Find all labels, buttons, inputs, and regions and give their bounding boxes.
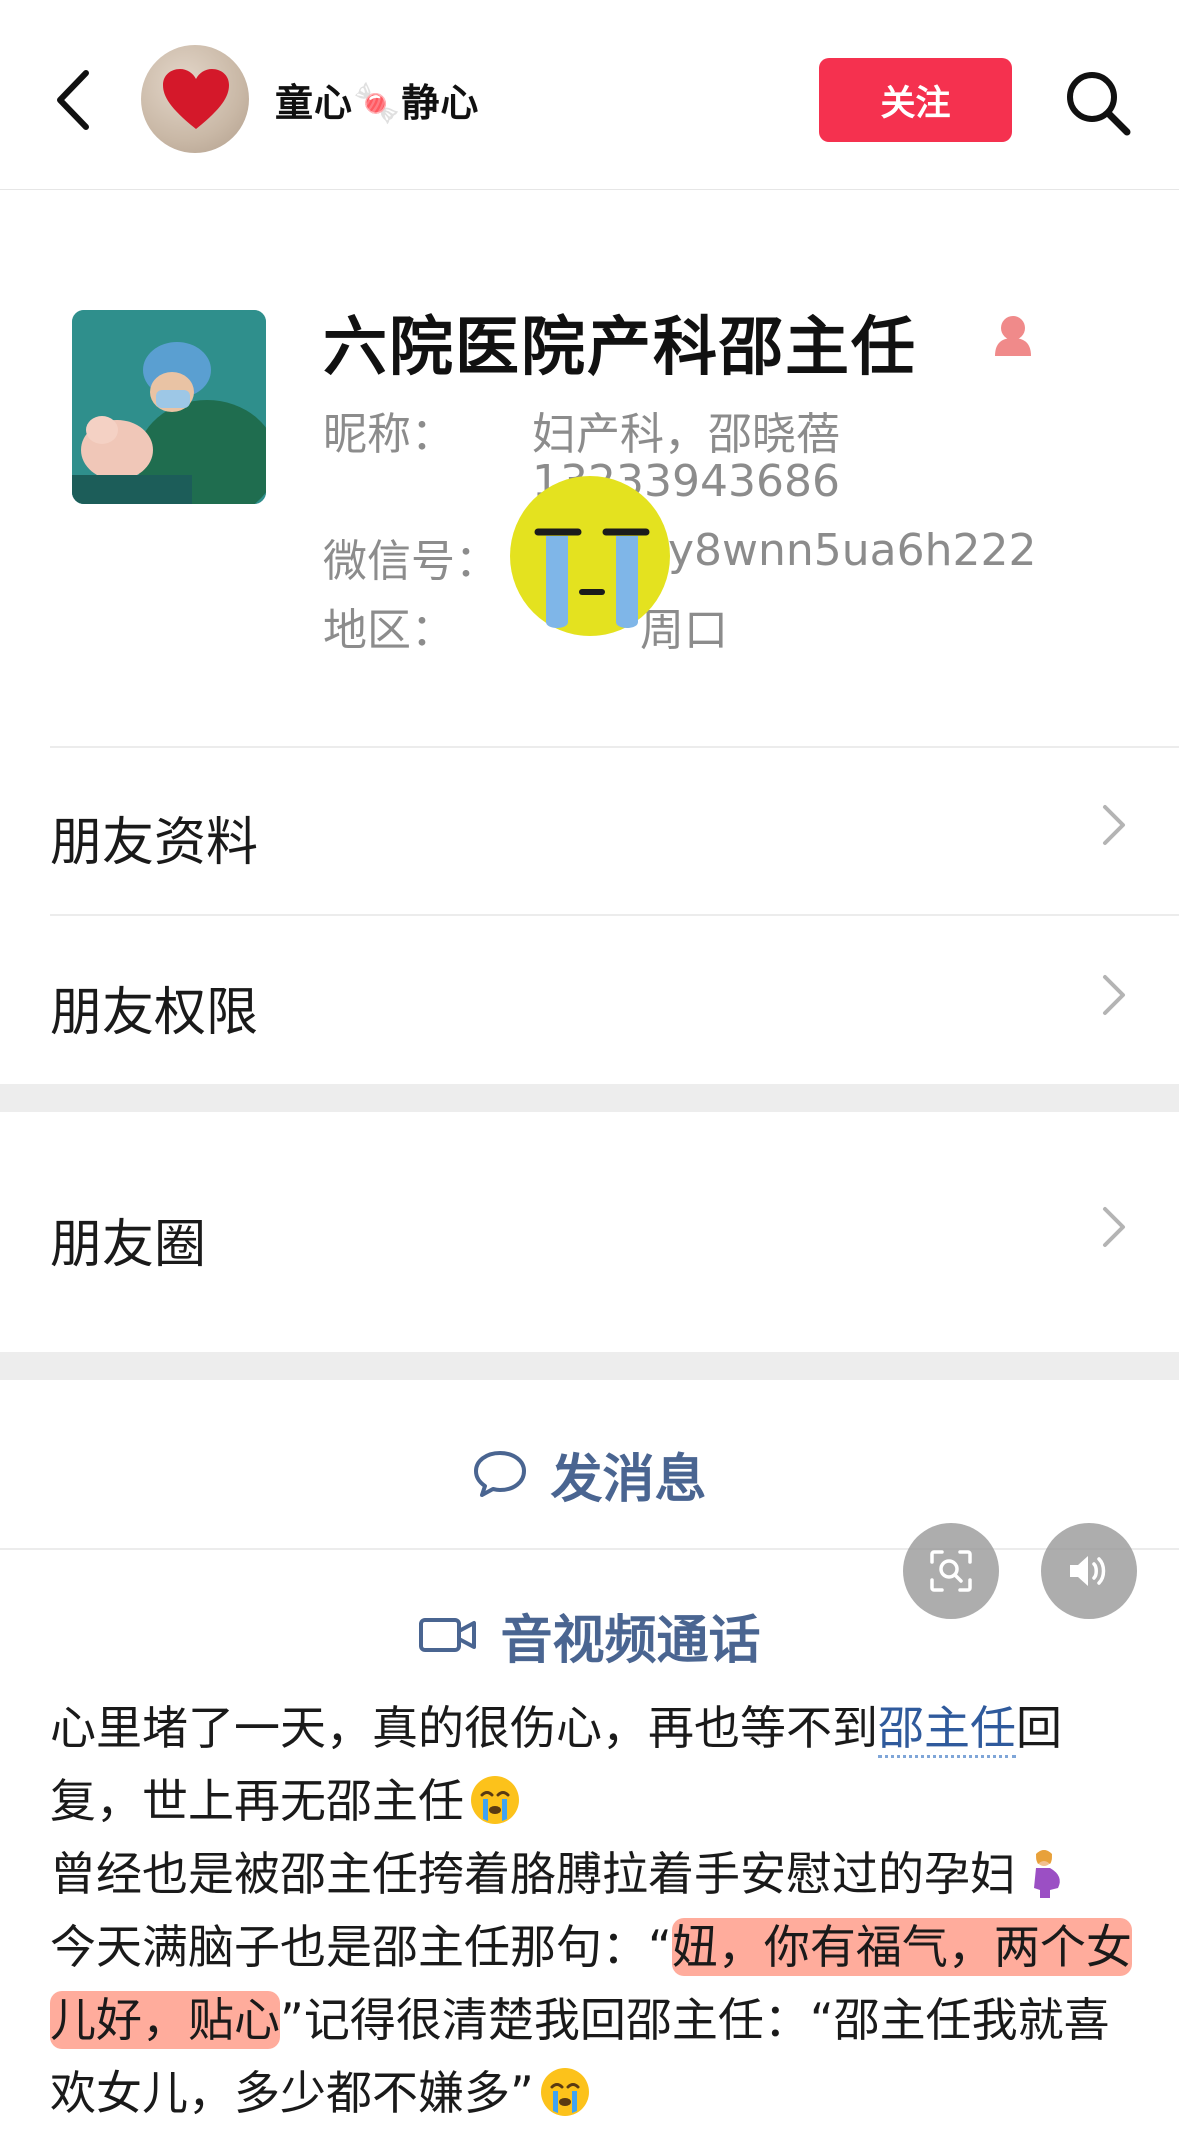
scan-search-button[interactable]	[903, 1523, 999, 1619]
nickname-label: 昵称：	[323, 409, 455, 460]
friend-permissions-label: 朋友权限	[50, 983, 259, 1043]
send-message-label: 发消息	[550, 1449, 707, 1510]
author-name[interactable]: 童心🍬静心	[275, 72, 479, 127]
sound-toggle-button[interactable]	[1041, 1523, 1137, 1619]
caption-text: 曾经也是被邵主任挎着胳膊拉着手安慰过的孕妇	[50, 1847, 1016, 1901]
region-label: 地区：	[323, 605, 455, 656]
divider	[50, 914, 1179, 916]
caption-text: 心里堵了一天，真的很伤心，再也等不到	[50, 1701, 878, 1755]
pregnant-woman-icon	[1034, 1850, 1060, 1898]
caption-paragraph: 曾经也是被邵主任挎着胳膊拉着手安慰过的孕妇	[50, 1838, 1140, 1911]
search-button[interactable]	[1063, 68, 1133, 138]
mention-link[interactable]: 邵主任	[878, 1701, 1016, 1758]
contact-name: 六院医院产科邵主任	[323, 311, 917, 385]
divider	[0, 1548, 1179, 1550]
author-avatar[interactable]	[141, 45, 249, 153]
wechat-id-value: y8wnn5ua6h222	[668, 525, 1037, 576]
caption-paragraph: 今天满脑子也是邵主任那句：“妞，你有福气，两个女儿好，贴心”记得很清楚我回邵主任…	[50, 1911, 1140, 2130]
av-call-label: 音视频通话	[500, 1610, 761, 1671]
caption-paragraph: 心里堵了一天，真的很伤心，再也等不到邵主任回复，世上再无邵主任	[50, 1692, 1140, 1838]
video-camera-icon	[419, 1618, 477, 1652]
doctor-photo	[72, 310, 266, 504]
chevron-right-icon	[1101, 970, 1127, 1030]
chevron-right-icon	[1101, 1202, 1127, 1262]
speaker-icon	[1070, 1556, 1106, 1586]
nickname-value: 妇产科，邵晓蓓	[532, 409, 840, 460]
chat-bubble-icon	[474, 1451, 527, 1497]
search-icon	[1067, 72, 1131, 136]
back-button[interactable]	[50, 65, 100, 135]
section-gap	[0, 1352, 1179, 1380]
divider	[50, 746, 1179, 748]
caption-text: 今天满脑子也是邵主任那句：“	[50, 1920, 672, 1974]
wechat-id-label: 微信号：	[323, 536, 499, 587]
section-gap	[0, 1084, 1179, 1112]
top-nav-bar: 童心🍬静心 关注	[0, 0, 1179, 190]
follow-button[interactable]: 关注	[819, 58, 1012, 142]
female-icon	[987, 310, 1039, 362]
send-message-button[interactable]: 发消息	[0, 1400, 1179, 1548]
crying-face-icon	[506, 472, 674, 640]
av-call-button[interactable]: 音视频通话	[0, 1560, 1179, 1710]
scan-search-icon	[930, 1550, 972, 1592]
friend-info-label: 朋友资料	[50, 813, 259, 873]
crying-face-icon	[540, 2068, 589, 2116]
heart-icon	[163, 69, 229, 129]
profile-photo[interactable]	[72, 310, 266, 504]
crying-face-icon	[471, 1776, 519, 1824]
back-icon	[57, 70, 89, 130]
chevron-right-icon	[1101, 800, 1127, 860]
post-caption: 心里堵了一天，真的很伤心，再也等不到邵主任回复，世上再无邵主任 曾经也是被邵主任…	[50, 1692, 1140, 2130]
moments-label: 朋友圈	[50, 1215, 207, 1275]
